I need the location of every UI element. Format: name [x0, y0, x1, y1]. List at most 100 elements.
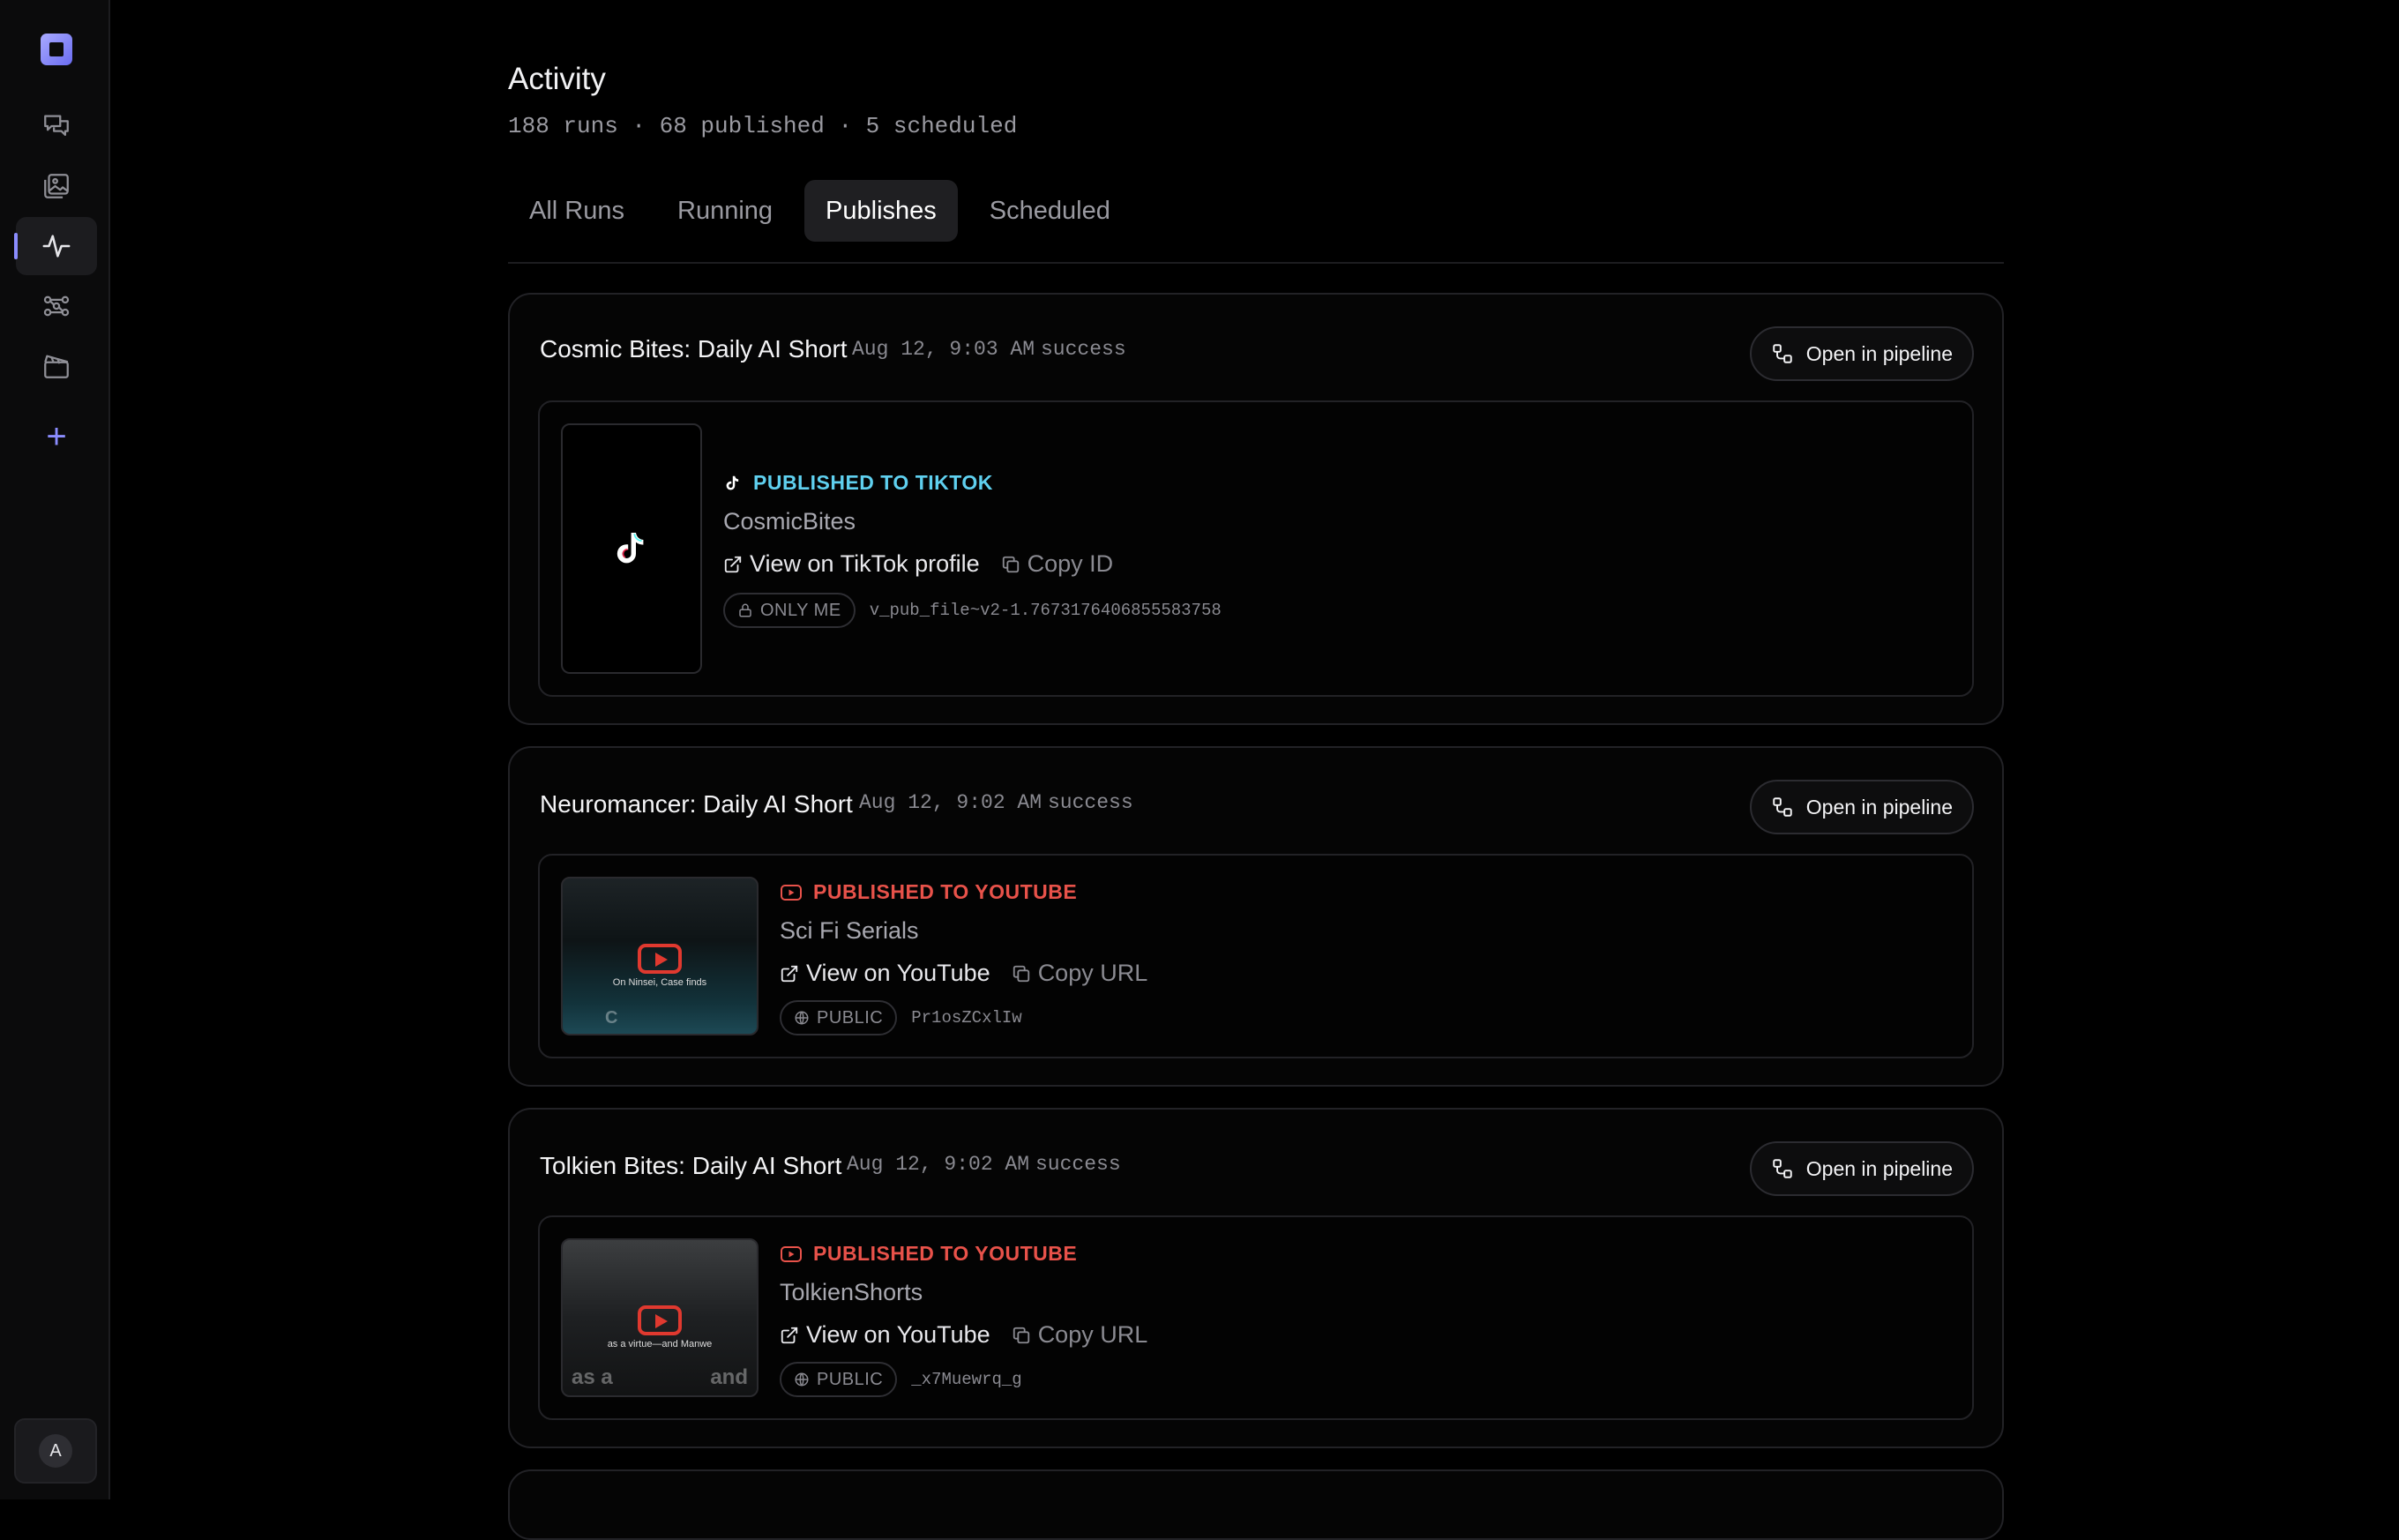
- lock-icon: [739, 603, 751, 617]
- sidebar-item-activity[interactable]: [14, 217, 97, 275]
- open-in-pipeline-label: Open in pipeline: [1805, 341, 1953, 365]
- open-in-pipeline-button[interactable]: Open in pipeline: [1749, 326, 1974, 381]
- publish-id: v_pub_file~v2-1.7673176406855583758: [869, 601, 1222, 620]
- sidebar-item-chat[interactable]: [16, 97, 97, 155]
- video-thumbnail[interactable]: [561, 423, 702, 674]
- run-title: Tolkien Bites: Daily AI Short: [540, 1152, 842, 1179]
- pipeline-link-icon: [1773, 1159, 1792, 1178]
- activity-icon: [42, 235, 71, 258]
- globe-icon: [795, 1011, 809, 1025]
- copy-label: Copy URL: [1037, 1321, 1148, 1348]
- visibility-badge: ONLY ME: [723, 593, 856, 628]
- run-title: Neuromancer: Daily AI Short: [540, 790, 853, 818]
- publish-id: _x7Muewrq_g: [911, 1370, 1022, 1389]
- copy-label: Copy ID: [1027, 550, 1114, 577]
- open-in-pipeline-label: Open in pipeline: [1805, 1156, 1953, 1180]
- youtube-icon: [781, 1245, 802, 1262]
- platform-label: PUBLISHED TO YOUTUBE: [780, 880, 1077, 904]
- app-logo[interactable]: [41, 34, 72, 65]
- copy-id-button[interactable]: Copy ID: [1001, 550, 1114, 578]
- plus-icon: +: [46, 417, 67, 456]
- publish-badges: PUBLIC _x7Muewrq_g: [780, 1362, 1022, 1397]
- clapperboard-icon: [44, 355, 69, 378]
- publish-actions: View on YouTube Copy URL: [780, 960, 1147, 987]
- tiktok-icon: [726, 475, 739, 490]
- view-on-youtube-link[interactable]: View on YouTube: [780, 1321, 990, 1349]
- tab-all-runs[interactable]: All Runs: [508, 180, 646, 242]
- publish-id: Pr1osZCxlIw: [911, 1008, 1022, 1028]
- thumbnail-edge-text-right: and: [710, 1365, 748, 1389]
- video-thumbnail[interactable]: On Ninsei, Case finds C: [561, 877, 759, 1035]
- visibility-badge: PUBLIC: [780, 1000, 898, 1035]
- sidebar: + A: [0, 0, 110, 1499]
- view-link-label: View on YouTube: [806, 960, 990, 986]
- copy-url-button[interactable]: Copy URL: [1012, 960, 1148, 987]
- run-date: Aug 12, 9:02 AM: [859, 791, 1043, 814]
- view-on-youtube-link[interactable]: View on YouTube: [780, 960, 990, 987]
- view-on-tiktok-link[interactable]: View on TikTok profile: [723, 550, 980, 578]
- video-thumbnail[interactable]: as a virtue—and Manwe as a and: [561, 1238, 759, 1397]
- visibility-text: ONLY ME: [760, 600, 841, 620]
- sidebar-item-gallery[interactable]: [16, 157, 97, 215]
- visibility-badge: PUBLIC: [780, 1362, 898, 1397]
- platform-label: PUBLISHED TO TIKTOK: [723, 471, 993, 495]
- channel-name: TolkienShorts: [780, 1279, 923, 1305]
- thumbnail-edge-text-left: as a: [572, 1365, 613, 1389]
- pipeline-link-icon: [1773, 344, 1792, 363]
- gallery-icon: [44, 174, 69, 198]
- open-in-pipeline-button[interactable]: Open in pipeline: [1749, 780, 1974, 834]
- tiktok-logo-icon: [617, 533, 644, 564]
- platform-label-text: PUBLISHED TO YOUTUBE: [813, 1242, 1078, 1265]
- thumbnail-edge-text: C: [605, 1008, 618, 1028]
- pipeline-link-icon: [1773, 797, 1792, 817]
- sidebar-item-add[interactable]: +: [16, 407, 97, 466]
- avatar: A: [39, 1434, 72, 1468]
- youtube-play-icon: [638, 1305, 682, 1335]
- open-in-pipeline-label: Open in pipeline: [1805, 795, 1953, 819]
- tab-scheduled[interactable]: Scheduled: [968, 180, 1132, 242]
- tab-bar: All Runs Running Publishes Scheduled: [508, 180, 1132, 242]
- run-date: Aug 12, 9:02 AM: [847, 1153, 1030, 1176]
- view-link-label: View on YouTube: [806, 1321, 990, 1348]
- run-status: success: [1041, 338, 1126, 361]
- tab-running[interactable]: Running: [656, 180, 794, 242]
- publish-actions: View on YouTube Copy URL: [780, 1321, 1147, 1349]
- publish-card-partial: [508, 1469, 2004, 1540]
- sidebar-item-videos[interactable]: [16, 337, 97, 395]
- copy-label: Copy URL: [1037, 960, 1148, 986]
- globe-icon: [795, 1372, 809, 1387]
- publish-badges: ONLY ME v_pub_file~v2-1.7673176406855583…: [723, 593, 1222, 628]
- external-link-icon: [781, 1327, 798, 1343]
- pipeline-icon: [43, 295, 70, 317]
- run-status: success: [1048, 791, 1133, 814]
- visibility-text: PUBLIC: [817, 1369, 884, 1389]
- tabs-divider: [508, 262, 2004, 264]
- copy-icon: [1013, 965, 1029, 982]
- youtube-play-icon: [638, 944, 682, 974]
- sidebar-item-pipeline[interactable]: [16, 277, 97, 335]
- platform-label: PUBLISHED TO YOUTUBE: [780, 1242, 1077, 1266]
- run-date: Aug 12, 9:03 AM: [852, 338, 1035, 361]
- publish-card: Tolkien Bites: Daily AI Short Aug 12, 9:…: [508, 1108, 2004, 1448]
- publish-details: as a virtue—and Manwe as a and PUBLISHED…: [538, 1215, 1974, 1420]
- chat-icon: [44, 115, 69, 137]
- publish-details: On Ninsei, Case finds C PUBLISHED TO YOU…: [538, 854, 1974, 1058]
- platform-label-text: PUBLISHED TO YOUTUBE: [813, 880, 1078, 903]
- external-link-icon: [781, 965, 798, 982]
- thumbnail-caption: as a virtue—and Manwe: [607, 1339, 713, 1349]
- user-menu[interactable]: A: [14, 1418, 97, 1484]
- tab-publishes[interactable]: Publishes: [804, 180, 958, 242]
- copy-icon: [1013, 1327, 1029, 1343]
- thumbnail-caption: On Ninsei, Case finds: [612, 977, 707, 988]
- page-title: Activity: [508, 62, 606, 96]
- youtube-icon: [781, 884, 802, 901]
- external-link-icon: [724, 556, 742, 572]
- publish-card: Neuromancer: Daily AI Short Aug 12, 9:02…: [508, 746, 2004, 1087]
- channel-name: CosmicBites: [723, 508, 856, 535]
- publish-details: PUBLISHED TO TIKTOK CosmicBites View on …: [538, 400, 1974, 697]
- publish-card: Cosmic Bites: Daily AI Short Aug 12, 9:0…: [508, 293, 2004, 725]
- open-in-pipeline-button[interactable]: Open in pipeline: [1749, 1141, 1974, 1196]
- copy-url-button[interactable]: Copy URL: [1012, 1321, 1148, 1349]
- copy-icon: [1002, 556, 1019, 572]
- channel-name: Sci Fi Serials: [780, 917, 919, 944]
